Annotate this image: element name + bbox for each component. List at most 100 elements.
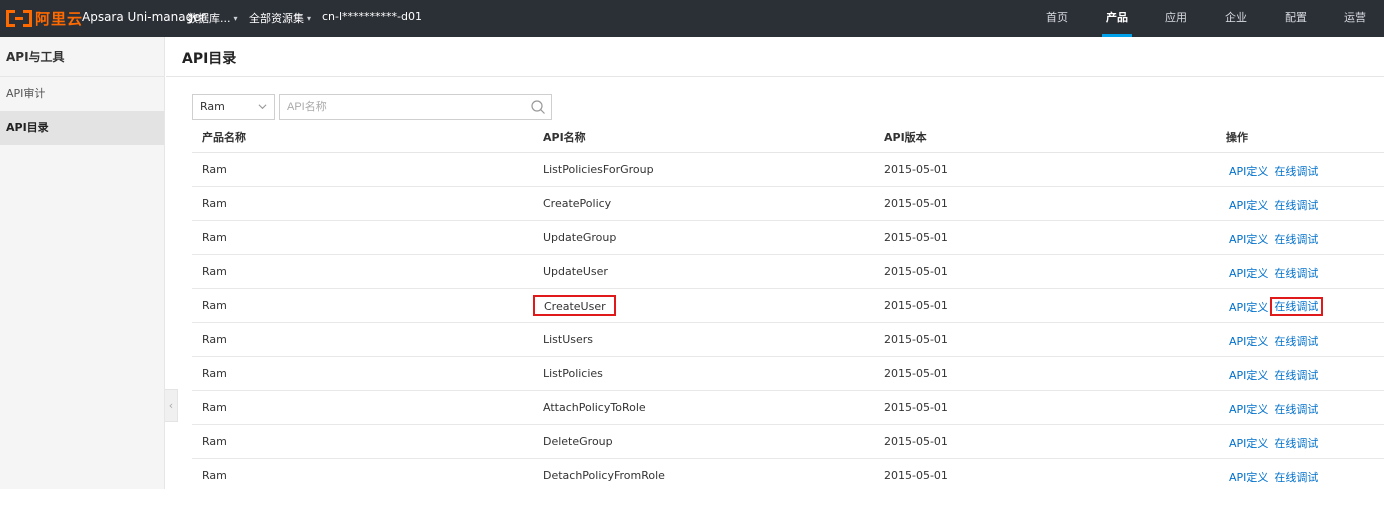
cell-product: Ram bbox=[202, 299, 227, 312]
cell-api-name: AttachPolicyToRole bbox=[543, 401, 646, 414]
row-actions: API定义 在线调试 bbox=[1229, 367, 1318, 383]
sidebar: API与工具 API审计 API目录 bbox=[0, 37, 165, 489]
row-actions: API定义 在线调试 bbox=[1229, 265, 1318, 281]
table-row: Ram ListPoliciesForGroup 2015-05-01 API定… bbox=[192, 153, 1384, 187]
api-definition-link[interactable]: API定义 bbox=[1229, 437, 1268, 450]
cell-product: Ram bbox=[202, 265, 227, 278]
sidebar-item-api-audit[interactable]: API审计 bbox=[0, 77, 164, 111]
aliyun-logo[interactable]: 阿里云 bbox=[6, 8, 83, 28]
column-header-actions: 操作 bbox=[1226, 131, 1248, 144]
top-navigation-bar: 阿里云 Apsara Uni-manager 数据库... ▾ 全部资源集 ▾ … bbox=[0, 0, 1384, 37]
cell-product: Ram bbox=[202, 469, 227, 482]
cell-api-name: UpdateGroup bbox=[543, 231, 617, 244]
online-debug-link[interactable]: 在线调试 bbox=[1274, 403, 1318, 416]
resource-set-dropdown[interactable]: 全部资源集 ▾ bbox=[249, 10, 311, 26]
api-definition-link[interactable]: API定义 bbox=[1229, 165, 1268, 178]
nav-item-home[interactable]: 首页 bbox=[1037, 0, 1077, 37]
aliyun-logo-icon bbox=[6, 9, 32, 27]
page-title: API目录 bbox=[182, 51, 237, 67]
api-definition-link[interactable]: API定义 bbox=[1229, 301, 1268, 314]
api-definition-link[interactable]: API定义 bbox=[1229, 369, 1268, 382]
online-debug-link[interactable]: 在线调试 bbox=[1274, 267, 1318, 280]
cell-product: Ram bbox=[202, 367, 227, 380]
row-actions: API定义 在线调试 bbox=[1229, 401, 1318, 417]
online-debug-link[interactable]: 在线调试 bbox=[1274, 199, 1318, 212]
api-name-search-input[interactable] bbox=[287, 96, 517, 118]
search-icon[interactable] bbox=[530, 99, 546, 115]
api-search-box bbox=[279, 94, 552, 120]
online-debug-link[interactable]: 在线调试 bbox=[1274, 369, 1318, 382]
online-debug-link[interactable]: 在线调试 bbox=[1274, 165, 1318, 178]
cell-api-name: CreateUser bbox=[544, 300, 606, 313]
online-debug-link-highlighted[interactable]: 在线调试 bbox=[1270, 297, 1324, 316]
api-definition-link[interactable]: API定义 bbox=[1229, 335, 1268, 348]
table-row: Ram CreatePolicy 2015-05-01 API定义 在线调试 bbox=[192, 187, 1384, 221]
cell-api-version: 2015-05-01 bbox=[884, 333, 948, 346]
cell-api-version: 2015-05-01 bbox=[884, 231, 948, 244]
api-definition-link[interactable]: API定义 bbox=[1229, 199, 1268, 212]
nav-item-apps[interactable]: 应用 bbox=[1156, 0, 1196, 37]
nav-item-operations[interactable]: 运营 bbox=[1335, 0, 1375, 37]
cell-api-name-highlighted: CreateUser bbox=[533, 295, 616, 316]
cell-api-name: DeleteGroup bbox=[543, 435, 613, 448]
row-actions: API定义 在线调试 bbox=[1229, 197, 1318, 213]
cell-api-version: 2015-05-01 bbox=[884, 435, 948, 448]
cell-product: Ram bbox=[202, 435, 227, 448]
online-debug-link[interactable]: 在线调试 bbox=[1274, 335, 1318, 348]
cell-product: Ram bbox=[202, 163, 227, 176]
row-actions: API定义 在线调试 bbox=[1229, 297, 1324, 316]
cell-api-name: DetachPolicyFromRole bbox=[543, 469, 665, 482]
nav-item-products[interactable]: 产品 bbox=[1097, 0, 1137, 37]
cell-api-name: CreatePolicy bbox=[543, 197, 612, 210]
region-selector[interactable]: cn-l**********-d01 bbox=[322, 10, 422, 23]
chevron-down-icon bbox=[258, 104, 267, 110]
table-header: 产品名称 API名称 API版本 操作 bbox=[192, 119, 1384, 153]
cell-api-version: 2015-05-01 bbox=[884, 469, 948, 482]
sidebar-item-api-catalog[interactable]: API目录 bbox=[0, 111, 164, 145]
column-header-api-name: API名称 bbox=[543, 131, 586, 144]
cell-api-name: ListUsers bbox=[543, 333, 594, 346]
sidebar-title: API与工具 bbox=[0, 37, 164, 77]
table-row: Ram UpdateGroup 2015-05-01 API定义 在线调试 bbox=[192, 221, 1384, 255]
table-row: Ram UpdateUser 2015-05-01 API定义 在线调试 bbox=[192, 255, 1384, 289]
api-definition-link[interactable]: API定义 bbox=[1229, 267, 1268, 280]
cell-product: Ram bbox=[202, 197, 227, 210]
caret-down-icon: ▾ bbox=[307, 13, 312, 23]
cell-api-name: ListPoliciesForGroup bbox=[543, 163, 654, 176]
cell-api-version: 2015-05-01 bbox=[884, 265, 948, 278]
database-dropdown[interactable]: 数据库... ▾ bbox=[187, 10, 238, 26]
product-select-value: Ram bbox=[200, 100, 225, 113]
cell-api-version: 2015-05-01 bbox=[884, 367, 948, 380]
table-row: Ram AttachPolicyToRole 2015-05-01 API定义在… bbox=[192, 391, 1384, 425]
nav-item-config[interactable]: 配置 bbox=[1276, 0, 1316, 37]
row-actions: API定义 在线调试 bbox=[1229, 469, 1318, 485]
online-debug-link[interactable]: 在线调试 bbox=[1274, 437, 1318, 450]
row-actions: API定义 在线调试 bbox=[1229, 333, 1318, 349]
title-divider bbox=[166, 76, 1384, 77]
table-row-highlighted: Ram CreateUser 2015-05-01 API定义 在线调试 bbox=[192, 289, 1384, 323]
table-row: Ram ListUsers 2015-05-01 API定义 在线调试 bbox=[192, 323, 1384, 357]
column-header-product: 产品名称 bbox=[202, 131, 246, 144]
api-definition-link[interactable]: API定义 bbox=[1229, 233, 1268, 246]
resource-set-label: 全部资源集 bbox=[249, 12, 304, 25]
cell-api-version: 2015-05-01 bbox=[884, 299, 948, 312]
sidebar-collapse-handle[interactable]: ‹ bbox=[165, 389, 178, 422]
api-table: 产品名称 API名称 API版本 操作 Ram ListPoliciesForG… bbox=[192, 119, 1384, 493]
online-debug-link[interactable]: 在线调试 bbox=[1274, 471, 1318, 484]
row-actions: API定义 在线调试 bbox=[1229, 163, 1318, 179]
cell-api-version: 2015-05-01 bbox=[884, 163, 948, 176]
online-debug-link[interactable]: 在线调试 bbox=[1274, 233, 1318, 246]
row-actions: API定义 在线调试 bbox=[1229, 435, 1318, 451]
row-actions: API定义 在线调试 bbox=[1229, 231, 1318, 247]
cell-product: Ram bbox=[202, 231, 227, 244]
cell-api-name: ListPolicies bbox=[543, 367, 603, 380]
nav-item-enterprise[interactable]: 企业 bbox=[1216, 0, 1256, 37]
database-dropdown-label: 数据库... bbox=[187, 12, 231, 25]
cell-api-version: 2015-05-01 bbox=[884, 197, 948, 210]
product-select[interactable]: Ram bbox=[192, 94, 275, 120]
table-row: Ram DeleteGroup 2015-05-01 API定义 在线调试 bbox=[192, 425, 1384, 459]
cell-product: Ram bbox=[202, 401, 227, 414]
cell-api-name: UpdateUser bbox=[543, 265, 608, 278]
api-definition-link[interactable]: API定义 bbox=[1229, 471, 1268, 484]
api-definition-link[interactable]: API定义 bbox=[1229, 403, 1268, 416]
